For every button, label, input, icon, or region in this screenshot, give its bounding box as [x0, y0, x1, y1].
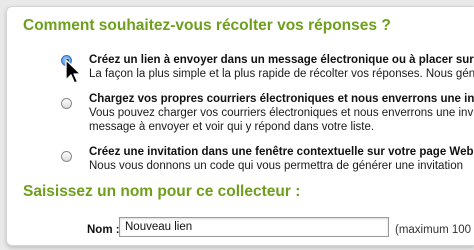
option-popup-desc-line-1: Nous vous donnons un code qui vous perme… [89, 160, 463, 172]
option-popup[interactable]: Créez une invitation dans une fenêtre co… [89, 145, 474, 173]
name-field-label: Nom : [87, 224, 120, 236]
option-email-title: Chargez vos propres courriers électroniq… [89, 93, 474, 105]
name-max-length-hint: (maximum 100 car [395, 224, 474, 236]
option-link-title: Créez un lien à envoyer dans un message … [89, 54, 474, 66]
radio-option-email[interactable] [61, 98, 72, 109]
arrow-cursor-icon [65, 59, 82, 84]
radio-option-popup[interactable] [61, 151, 72, 162]
collector-panel: Comment souhaitez-vous récolter vos répo… [6, 6, 474, 246]
collector-name-heading: Saisissez un nom pour ce collecteur : [23, 183, 301, 200]
option-link-desc-line-1: La façon la plus simple et la plus rapid… [89, 68, 474, 80]
option-email[interactable]: Chargez vos propres courriers électroniq… [89, 92, 474, 134]
option-email-desc-line-1: Vous pouvez charger vos courriers électr… [89, 107, 474, 119]
option-email-desc-line-2: message à envoyer et voir qui y répond d… [89, 121, 375, 133]
option-popup-title: Créez une invitation dans une fenêtre co… [89, 146, 474, 158]
collector-name-input[interactable] [119, 217, 389, 237]
option-link[interactable]: Créez un lien à envoyer dans un message … [89, 53, 474, 81]
collect-method-heading: Comment souhaitez-vous récolter vos répo… [23, 17, 391, 34]
